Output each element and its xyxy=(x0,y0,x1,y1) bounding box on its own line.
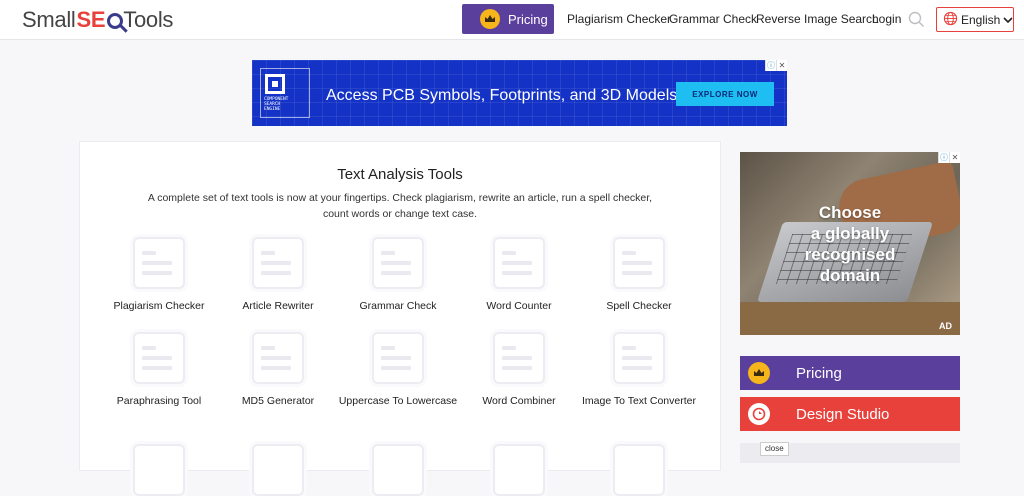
tool-item[interactable]: Uppercase To Lowercase xyxy=(338,332,458,409)
crown-icon xyxy=(748,362,770,384)
logo-magnifier-icon xyxy=(107,13,124,29)
globe-icon xyxy=(943,11,958,29)
document-icon xyxy=(613,444,665,496)
language-label: English xyxy=(961,12,1001,27)
document-icon xyxy=(133,237,185,289)
top-banner-ad[interactable]: COMPONENT SEARCH ENGINE Access PCB Symbo… xyxy=(252,60,787,126)
sidebar-pricing-label: Pricing xyxy=(796,364,842,382)
document-icon xyxy=(372,444,424,496)
adchoices-info-icon[interactable]: ⓘ xyxy=(765,60,776,71)
tool-item[interactable]: Plagiarism Checker xyxy=(99,237,219,314)
site-logo[interactable]: Small SE Tools xyxy=(22,6,173,34)
pricing-button[interactable]: Pricing xyxy=(462,4,554,34)
tool-label: Uppercase To Lowercase xyxy=(338,395,458,407)
tool-item[interactable]: Grammar Check xyxy=(338,237,458,314)
document-icon xyxy=(372,332,424,384)
side-adchoices-icons[interactable]: ⓘ ✕ xyxy=(938,152,960,163)
tool-item[interactable]: MD5 Generator xyxy=(218,332,338,409)
document-icon xyxy=(493,332,545,384)
ad-close-icon[interactable]: ✕ xyxy=(949,152,960,163)
chevron-down-icon xyxy=(1003,13,1013,27)
document-icon xyxy=(372,237,424,289)
crown-icon xyxy=(480,9,500,29)
tool-label: Image To Text Converter xyxy=(581,395,696,407)
tool-item[interactable]: Word Combiner xyxy=(459,332,579,409)
side-ad-line: domain xyxy=(819,266,881,285)
ad-close-button[interactable]: close xyxy=(760,442,789,456)
ad-close-icon[interactable]: ✕ xyxy=(776,60,787,71)
pricing-button-label: Pricing xyxy=(508,11,548,27)
tool-item-partial[interactable] xyxy=(338,444,458,496)
tool-label: Grammar Check xyxy=(359,300,437,312)
sidebar-design-studio-label: Design Studio xyxy=(796,405,890,423)
search-icon[interactable] xyxy=(908,11,925,33)
adchoices-icons[interactable]: ⓘ ✕ xyxy=(765,60,787,71)
tool-item-partial[interactable] xyxy=(99,444,219,496)
tool-item-partial[interactable] xyxy=(218,444,338,496)
document-icon xyxy=(493,237,545,289)
tool-label: Article Rewriter xyxy=(242,300,314,312)
ad-brand-logo: COMPONENT SEARCH ENGINE xyxy=(260,68,310,118)
ad-explore-button[interactable]: EXPLORE NOW xyxy=(676,82,774,106)
side-ad-copy: Choose a globally recognised domain xyxy=(740,202,960,286)
tool-item[interactable]: Spell Checker xyxy=(579,237,699,314)
tool-item[interactable]: Word Counter xyxy=(459,237,579,314)
side-domain-ad[interactable]: Choose a globally recognised domain AD ⓘ… xyxy=(740,152,960,335)
document-icon xyxy=(613,332,665,384)
logo-text-tools: Tools xyxy=(123,7,174,32)
section-title: Text Analysis Tools xyxy=(337,166,463,183)
nav-grammar-check[interactable]: Grammar Check xyxy=(669,12,757,26)
side-ad-line: a globally xyxy=(810,224,890,243)
design-studio-icon xyxy=(748,403,770,425)
tool-item[interactable]: Paraphrasing Tool xyxy=(99,332,219,409)
ad-headline: Access PCB Symbols, Footprints, and 3D M… xyxy=(326,87,678,104)
ad-logo-line: ENGINE xyxy=(264,107,281,112)
tool-item[interactable]: Image To Text Converter xyxy=(579,332,699,409)
tool-label: Word Counter xyxy=(486,300,552,312)
sidebar-pricing-button[interactable]: Pricing xyxy=(740,356,960,390)
document-icon xyxy=(252,332,304,384)
document-icon xyxy=(133,332,185,384)
language-select[interactable]: English xyxy=(936,7,1014,32)
adchoices-info-icon[interactable]: ⓘ xyxy=(938,152,949,163)
side-ad-line: recognised xyxy=(804,245,896,264)
sidebar-design-studio-button[interactable]: Design Studio xyxy=(740,397,960,431)
ad-tag: AD xyxy=(939,321,952,331)
document-icon xyxy=(252,444,304,496)
nav-plagiarism-checker[interactable]: Plagiarism Checker xyxy=(567,12,671,26)
tool-item-partial[interactable] xyxy=(459,444,579,496)
document-icon xyxy=(252,237,304,289)
logo-text-seo: SE xyxy=(76,7,106,32)
side-ad-line: Choose xyxy=(818,203,882,222)
tool-label: Spell Checker xyxy=(606,300,672,312)
tool-label: MD5 Generator xyxy=(241,395,315,407)
document-icon xyxy=(133,444,185,496)
nav-reverse-image-search[interactable]: Reverse Image Search xyxy=(756,12,879,26)
logo-text-small: Small xyxy=(22,7,76,32)
tool-label: Plagiarism Checker xyxy=(113,300,205,312)
nav-login[interactable]: Login xyxy=(872,12,901,26)
document-icon xyxy=(613,237,665,289)
top-header: Small SE Tools Pricing Plagiarism Checke… xyxy=(0,0,1024,40)
tool-item-partial[interactable] xyxy=(579,444,699,496)
tool-label: Word Combiner xyxy=(482,395,556,407)
tool-item[interactable]: Article Rewriter xyxy=(218,237,338,314)
section-description: A complete set of text tools is now at y… xyxy=(147,192,653,220)
document-icon xyxy=(493,444,545,496)
tool-label: Paraphrasing Tool xyxy=(116,395,202,407)
ad-table-graphic xyxy=(740,302,960,335)
text-analysis-tools-card: Text Analysis Tools A complete set of te… xyxy=(79,141,721,496)
